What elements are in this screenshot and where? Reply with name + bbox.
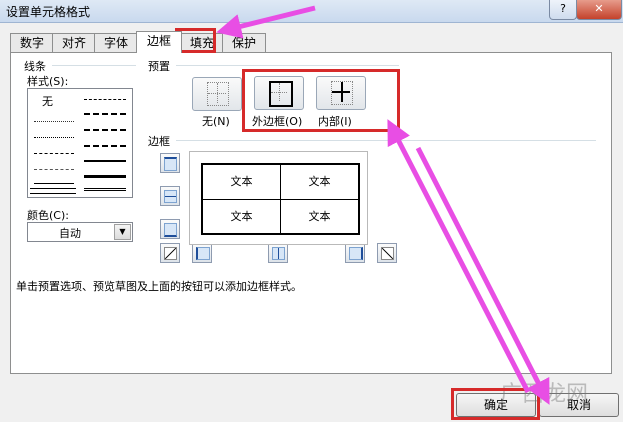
arrow-to-ok-button bbox=[415, 146, 550, 405]
arrow-to-border-tab bbox=[216, 5, 316, 39]
arrow-to-presets bbox=[387, 119, 531, 394]
annotation-arrows bbox=[216, 5, 550, 405]
tab-border[interactable]: 边框 bbox=[136, 31, 182, 53]
